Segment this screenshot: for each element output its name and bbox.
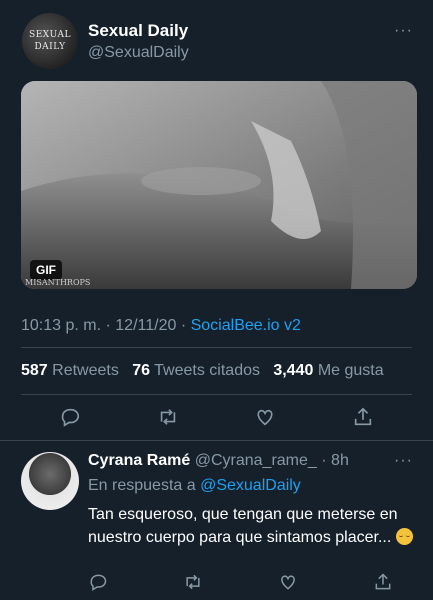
pensive-face-icon: [395, 528, 413, 545]
divider: [21, 347, 412, 348]
avatar[interactable]: SEXUAL DAILY: [22, 13, 78, 69]
tweet-actions: [21, 405, 412, 429]
tweet-date[interactable]: 12/11/20: [115, 317, 176, 334]
reply-text-container: Tan esqueroso, que tengan que meterse en…: [88, 503, 418, 549]
reply-age[interactable]: · 8h: [321, 452, 349, 469]
reply-text: Tan esqueroso, que tengan que meterse en…: [88, 506, 398, 546]
retweet-icon: [160, 409, 175, 425]
separator: ·: [105, 317, 111, 334]
gif-badge: GIF: [30, 260, 62, 280]
author-name[interactable]: Sexual Daily: [88, 21, 188, 41]
likes-stat[interactable]: 3,440 Me gusta: [273, 362, 383, 379]
share-button[interactable]: [343, 405, 383, 429]
tweet-timestamp: 10:13 p. m. · 12/11/20 · SocialBee.io v2: [21, 317, 301, 335]
separator: ·: [180, 317, 187, 334]
reply-author-handle[interactable]: @Cyrana_rame_: [195, 452, 317, 469]
retweet-icon[interactable]: [183, 572, 203, 592]
author-handle[interactable]: @SexualDaily: [88, 44, 189, 62]
share-icon[interactable]: [373, 572, 393, 592]
replying-to: En respuesta a @SexualDaily: [88, 477, 301, 495]
reply-author-line: Cyrana Ramé @Cyrana_rame_ · 8h: [88, 452, 349, 470]
engagement-stats: 587 Retweets 76 Tweets citados 3,440 Me …: [21, 362, 384, 380]
divider: [21, 394, 412, 395]
like-button[interactable]: [245, 405, 285, 429]
tweet-source-link[interactable]: SocialBee.io v2: [191, 317, 301, 334]
reply-author-name[interactable]: Cyrana Ramé: [88, 452, 190, 469]
gif-media[interactable]: GIF MISANTHROPS: [21, 81, 417, 289]
reply-icon: [61, 408, 79, 427]
reply-more-options-icon[interactable]: ···: [394, 452, 413, 470]
avatar-text-line-1: SEXUAL: [29, 30, 71, 40]
share-icon: [354, 407, 372, 426]
reply-icon[interactable]: [88, 572, 108, 592]
more-options-icon[interactable]: ···: [394, 22, 413, 40]
reply-actions: [88, 572, 393, 592]
retweets-stat[interactable]: 587 Retweets: [21, 362, 119, 379]
media-watermark: MISANTHROPS: [25, 278, 91, 287]
reply-button[interactable]: [50, 405, 90, 429]
retweet-button[interactable]: [148, 405, 188, 429]
avatar-text-line-2: DAILY: [34, 42, 66, 52]
quotes-stat[interactable]: 76 Tweets citados: [132, 362, 260, 379]
like-icon: [257, 409, 273, 426]
media-image: [21, 81, 417, 289]
replying-prefix: En respuesta a: [88, 477, 196, 494]
divider: [0, 440, 433, 441]
like-icon[interactable]: [278, 572, 298, 592]
replying-mention[interactable]: @SexualDaily: [200, 477, 301, 494]
tweet-time[interactable]: 10:13 p. m.: [21, 317, 101, 334]
reply-avatar[interactable]: [21, 452, 79, 510]
